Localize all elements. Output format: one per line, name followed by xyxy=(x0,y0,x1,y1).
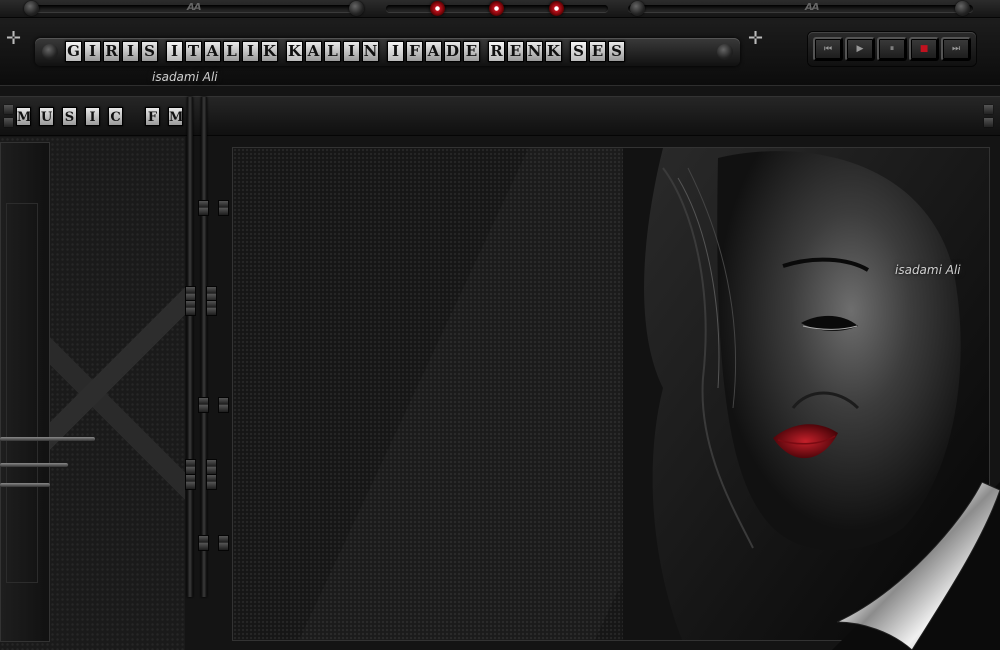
left-side-panel xyxy=(0,137,185,650)
bar-handle xyxy=(4,118,13,127)
nav-letter-tile: S xyxy=(570,41,587,62)
rail-clip xyxy=(185,474,196,490)
vertical-rail xyxy=(201,97,207,597)
nav-letter-tile: I xyxy=(387,41,404,62)
vertical-rail xyxy=(187,97,193,597)
red-indicator-1[interactable] xyxy=(430,1,445,16)
station-letter-tile: U xyxy=(39,107,54,126)
page-curl-corner[interactable] xyxy=(832,482,1000,650)
nav-items: GIRISITALIKKALINIFADERENKSES xyxy=(65,41,625,62)
crosshair-icon: ✛ xyxy=(6,28,22,49)
nav-item-ifade[interactable]: IFADE xyxy=(387,41,480,62)
station-letter-tile: M xyxy=(168,107,183,126)
rail-clip xyxy=(218,535,229,551)
rail-clip xyxy=(218,200,229,216)
rail-clip xyxy=(218,397,229,413)
signature-watermark: isadami Ali xyxy=(895,263,961,277)
nav-letter-tile: N xyxy=(362,41,379,62)
logo-left: AA xyxy=(187,2,202,13)
media-player-controls: ⏮ ▶ ⏸ ■ ⏭ xyxy=(808,32,976,66)
nav-letter-tile: I xyxy=(122,41,139,62)
nav-letter-tile: T xyxy=(185,41,202,62)
rail-clip xyxy=(185,459,196,475)
slider-knob-right-end[interactable] xyxy=(955,1,970,16)
nav-letter-tile: F xyxy=(406,41,423,62)
nav-item-ses[interactable]: SES xyxy=(570,41,625,62)
rail-clip xyxy=(198,200,209,216)
nav-item-italik[interactable]: ITALIK xyxy=(166,41,278,62)
nav-letter-tile: S xyxy=(608,41,625,62)
decor-bar xyxy=(0,463,68,467)
nav-letter-tile: E xyxy=(507,41,524,62)
rail-clip xyxy=(206,474,217,490)
nav-letter-tile: K xyxy=(261,41,278,62)
station-title: MUSICFM xyxy=(16,107,183,126)
nav-letter-tile: A xyxy=(204,41,221,62)
slider-knob-left-start[interactable] xyxy=(24,1,39,16)
header: ✛ ✛ GIRISITALIKKALINIFADERENKSES isadami… xyxy=(0,18,1000,86)
station-gap xyxy=(131,107,137,126)
slider-knob-left-end[interactable] xyxy=(349,1,364,16)
nav-item-giris[interactable]: GIRIS xyxy=(65,41,158,62)
nav-bolt-icon xyxy=(717,44,733,60)
slider-knob-right-start[interactable] xyxy=(630,1,645,16)
nav-letter-tile: K xyxy=(286,41,303,62)
nav-letter-tile: K xyxy=(545,41,562,62)
nav-bolt-icon xyxy=(42,44,58,60)
station-letter-tile: S xyxy=(62,107,77,126)
nav-letter-tile: L xyxy=(223,41,240,62)
red-indicator-2[interactable] xyxy=(489,1,504,16)
nav-letter-tile: A xyxy=(305,41,322,62)
rail-clip xyxy=(198,535,209,551)
nav-letter-tile: D xyxy=(444,41,461,62)
station-bar: MUSICFM xyxy=(0,96,1000,136)
nav-letter-tile: I xyxy=(166,41,183,62)
stop-button[interactable]: ■ xyxy=(909,37,939,61)
nav-letter-tile: G xyxy=(65,41,82,62)
decor-bar xyxy=(0,483,50,487)
red-indicator-3[interactable] xyxy=(549,1,564,16)
left-inner-frame xyxy=(6,203,38,583)
nav-item-kalin[interactable]: KALIN xyxy=(286,41,379,62)
crosshair-icon: ✛ xyxy=(748,28,764,49)
nav-letter-tile: E xyxy=(589,41,606,62)
bar-handle xyxy=(984,118,993,127)
nav-letter-tile: I xyxy=(242,41,259,62)
previous-button[interactable]: ⏮ xyxy=(813,37,843,61)
nav-letter-tile: N xyxy=(526,41,543,62)
station-letter-tile: M xyxy=(16,107,31,126)
station-letter-tile: F xyxy=(145,107,160,126)
top-rail: AA AA xyxy=(0,0,1000,18)
play-button[interactable]: ▶ xyxy=(845,37,875,61)
bar-handle xyxy=(984,105,993,114)
pause-button[interactable]: ⏸ xyxy=(877,37,907,61)
nav-letter-tile: R xyxy=(103,41,120,62)
nav-letter-tile: R xyxy=(488,41,505,62)
rail-clip xyxy=(206,300,217,316)
signature-header: isadami Ali xyxy=(152,70,218,84)
station-letter-tile: C xyxy=(108,107,123,126)
nav-letter-tile: I xyxy=(343,41,360,62)
rail-clip xyxy=(185,300,196,316)
main-nav-bar: GIRISITALIKKALINIFADERENKSES xyxy=(35,38,740,66)
logo-right: AA xyxy=(805,2,820,13)
nav-item-renk[interactable]: RENK xyxy=(488,41,562,62)
next-button[interactable]: ⏭ xyxy=(941,37,971,61)
slider-track-right[interactable] xyxy=(628,5,973,12)
rail-clip xyxy=(206,459,217,475)
nav-letter-tile: L xyxy=(324,41,341,62)
rail-clip xyxy=(198,397,209,413)
station-letter-tile: I xyxy=(85,107,100,126)
nav-letter-tile: A xyxy=(425,41,442,62)
nav-letter-tile: S xyxy=(141,41,158,62)
left-frame xyxy=(0,142,50,642)
nav-letter-tile: E xyxy=(463,41,480,62)
nav-letter-tile: I xyxy=(84,41,101,62)
decor-bar xyxy=(0,437,95,441)
bar-handle xyxy=(4,105,13,114)
